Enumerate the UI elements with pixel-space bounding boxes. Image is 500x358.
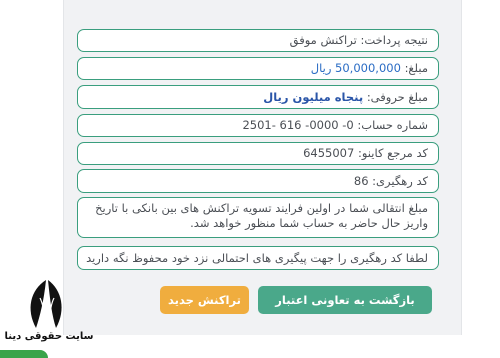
amount-words-row: مبلغ حروفی: پنجاه میلیون ریال [77,85,439,109]
settlement-notice: مبلغ انتقالی شما در اولین فرایند تسویه ت… [77,197,439,238]
amount-label: مبلغ: [404,61,428,75]
reference-code-value: 6455007 [303,146,355,160]
account-number-row: شماره حساب: 0- 0000- 616 -2501 [77,114,439,137]
payment-receipt-screen: نتیجه پرداخت: تراکنش موفق مبلغ: 50,000,0… [0,0,500,358]
watermark-base-shape [0,350,48,358]
amount-row: مبلغ: 50,000,000 ریال [77,57,439,80]
watermark-logo: سایت حقوقی دینا [0,276,95,358]
tracking-advice: لطفا کد رهگیری را جهت پیگیری های احتمالی… [77,246,439,270]
tracking-code-value: 86 [353,174,369,188]
payment-result-label: نتیجه پرداخت: [360,33,428,47]
amount-words-value: پنجاه میلیون ریال [263,90,364,104]
account-number-label: شماره حساب: [357,118,428,132]
tracking-code-label: کد رهگیری: [372,174,428,188]
new-transaction-button[interactable]: تراکنش جدید [160,286,249,314]
amount-value: 50,000,000 [335,61,401,75]
tracking-code-row: کد رهگیری: 86 [77,169,439,193]
feather-logo-icon [30,280,62,332]
account-number-value: 0- 0000- 616 -2501 [242,118,354,132]
back-to-credit-union-button[interactable]: بازگشت به تعاونی اعتبار [258,286,432,314]
payment-result-value: تراکنش موفق [289,33,357,47]
reference-code-label: کد مرجع کاینو: [357,146,428,160]
amount-unit: ریال [310,61,332,75]
watermark-text: سایت حقوقی دینا [4,331,94,342]
amount-words-label: مبلغ حروفی: [366,90,428,104]
reference-code-row: کد مرجع کاینو: 6455007 [77,142,439,165]
payment-result-row: نتیجه پرداخت: تراکنش موفق [77,29,439,52]
